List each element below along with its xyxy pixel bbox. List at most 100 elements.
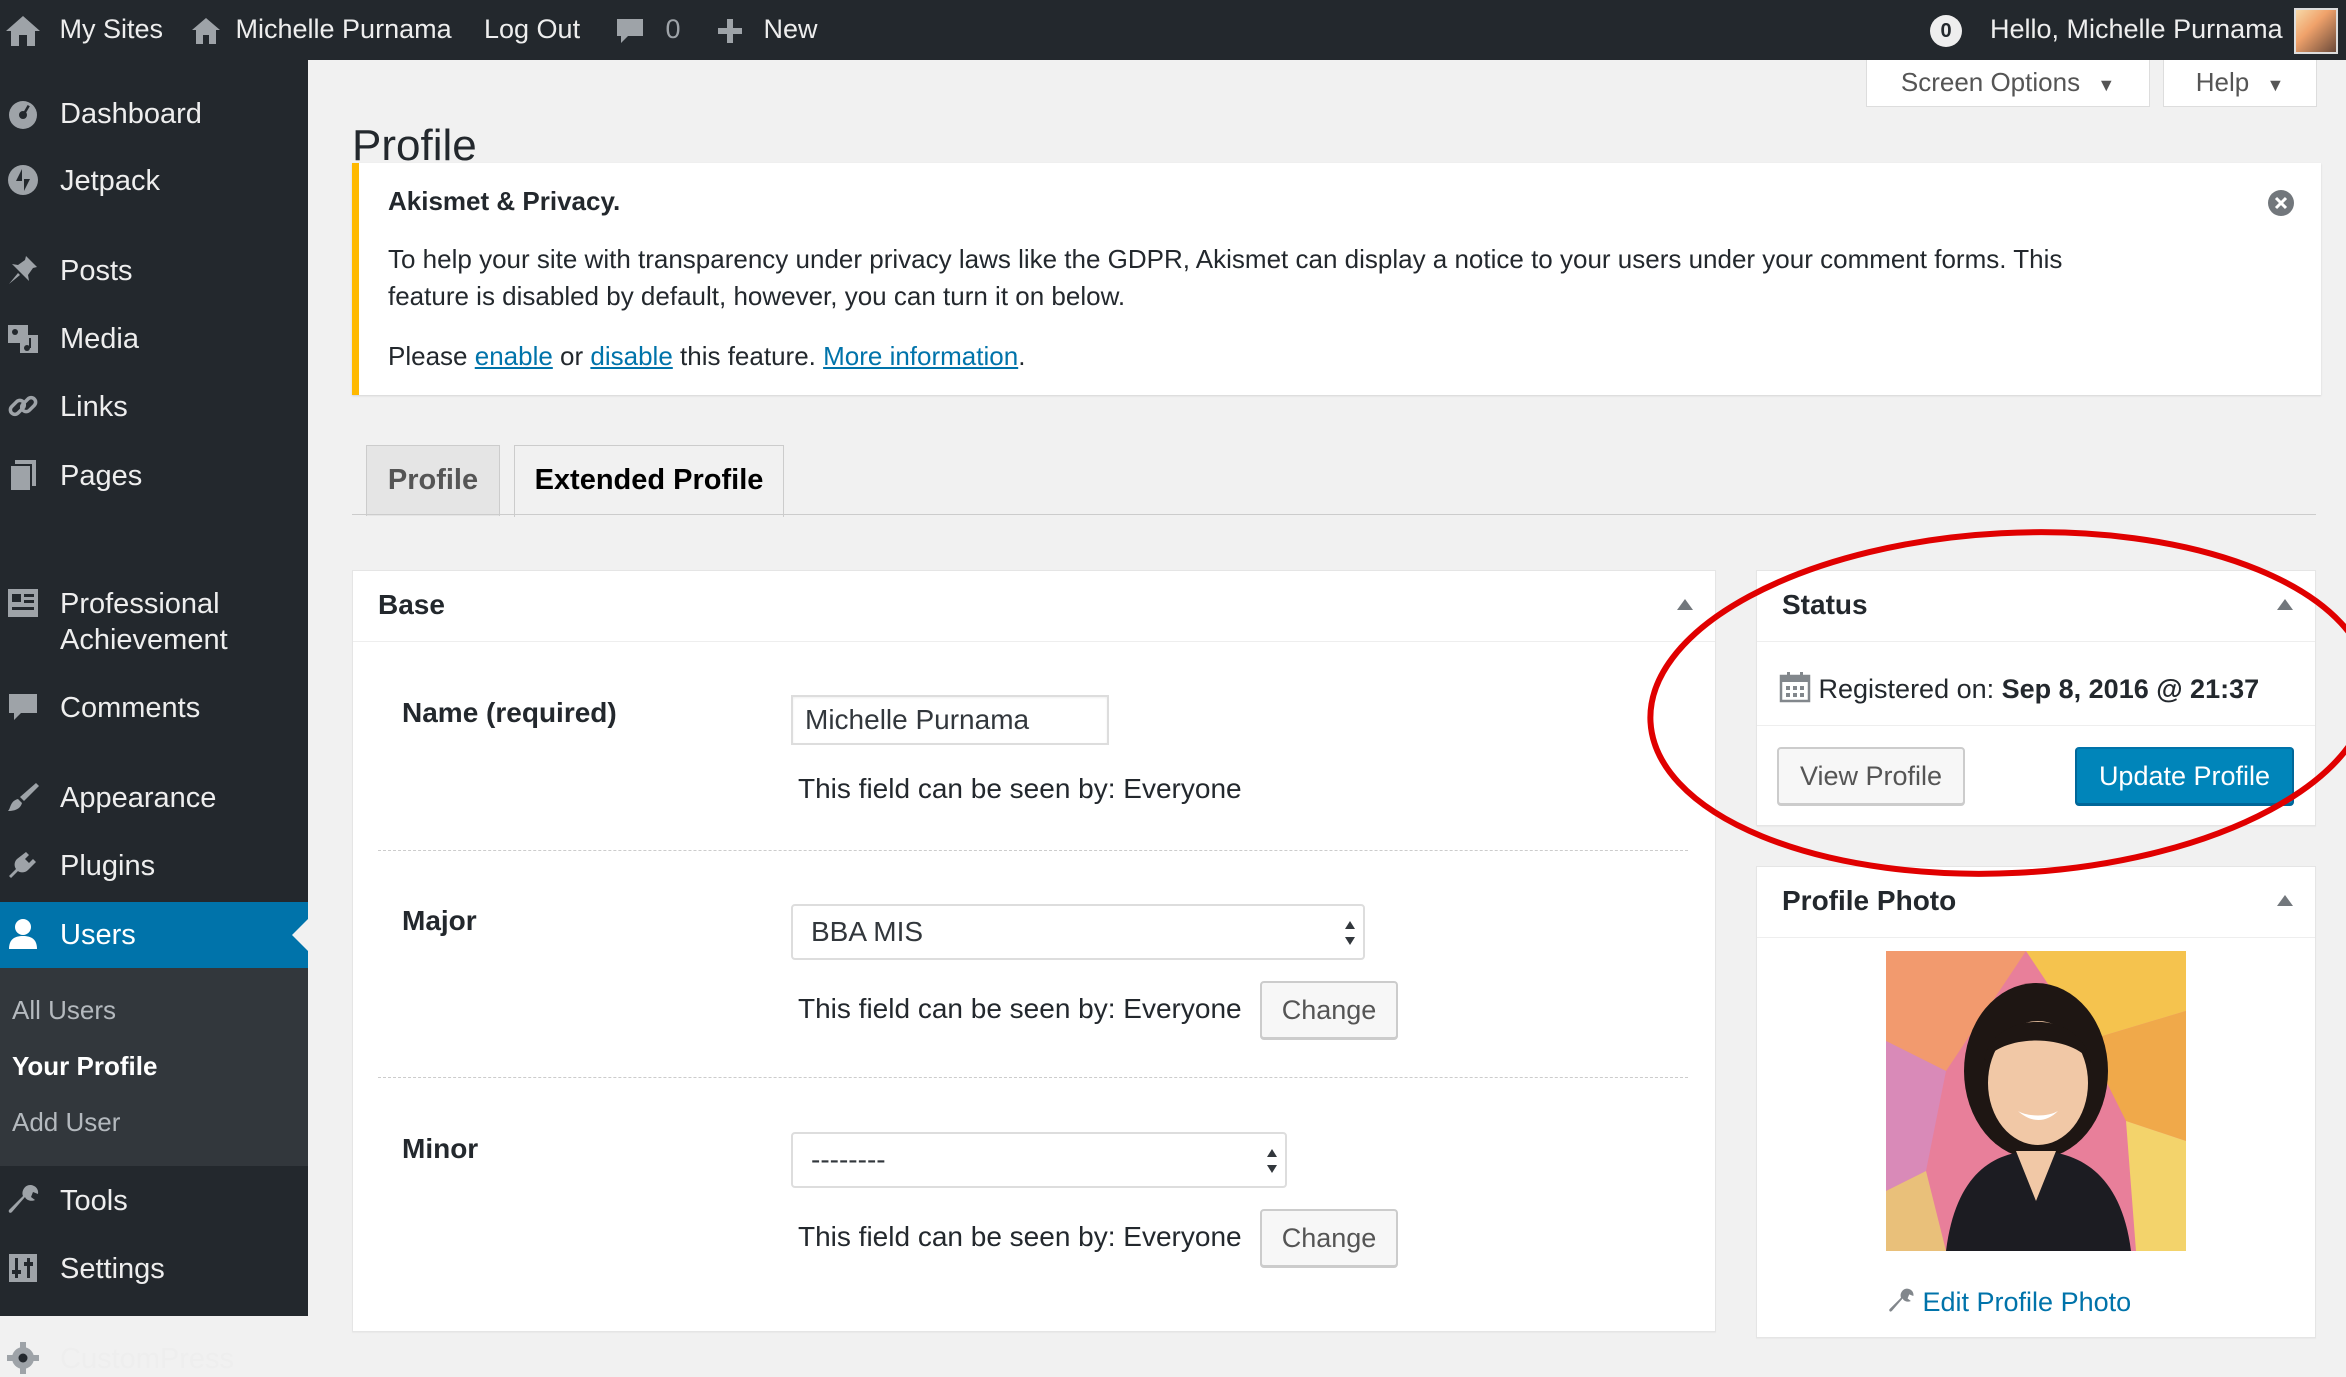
- dismiss-icon[interactable]: [2267, 189, 2295, 217]
- sidebar-item-label: Plugins: [60, 850, 156, 882]
- collapse-toggle-icon[interactable]: [1677, 599, 1693, 610]
- brush-icon: [8, 783, 39, 811]
- comments-count: 0: [665, 14, 681, 44]
- edit-profile-photo-link[interactable]: Edit Profile Photo: [1887, 1287, 2131, 1318]
- minor-select[interactable]: --------: [791, 1132, 1287, 1188]
- registered-date: Sep 8, 2016 @ 21:37: [2001, 674, 2260, 704]
- base-postbox-header: Base: [353, 571, 1715, 642]
- sidebar-item-label-line2: Achievement: [60, 624, 228, 656]
- notice-line2: feature is disabled by default, however,…: [388, 281, 1126, 311]
- gear-icon: [7, 1342, 39, 1374]
- notice-period: .: [1018, 341, 1026, 371]
- field-separator: [378, 850, 1688, 851]
- notice-please: Please: [388, 341, 475, 371]
- view-profile-button[interactable]: View Profile: [1777, 747, 1965, 805]
- site-name-label: Michelle Purnama: [235, 14, 452, 44]
- my-sites-link[interactable]: My Sites: [4, 0, 163, 60]
- comments-link[interactable]: 0: [614, 0, 681, 60]
- name-input[interactable]: Michelle Purnama: [791, 695, 1109, 745]
- notice-this-feature: this feature.: [672, 341, 824, 371]
- major-label: Major: [402, 905, 477, 936]
- sidebar-item-label: Professional: [60, 588, 220, 620]
- disable-link[interactable]: disable: [590, 341, 672, 371]
- more-information-link[interactable]: More information: [823, 341, 1018, 371]
- help-label: Help: [2195, 67, 2250, 97]
- new-label: New: [763, 14, 818, 44]
- help-button[interactable]: Help ▼: [2163, 60, 2317, 107]
- registered-info: Registered on: Sep 8, 2016 @ 21:37: [1779, 671, 2259, 705]
- screen-options-button[interactable]: Screen Options ▼: [1866, 60, 2150, 107]
- sidebar-item-label: Comments: [60, 692, 201, 724]
- user-icon: [9, 919, 37, 949]
- minor-selected-value: --------: [811, 1144, 886, 1175]
- tab-profile[interactable]: Profile: [366, 445, 500, 516]
- sidebar-item-label: Jetpack: [60, 165, 160, 197]
- logout-label: Log Out: [484, 14, 581, 44]
- wrench-icon: [8, 1185, 39, 1213]
- avatar[interactable]: [2294, 8, 2338, 54]
- notice-or: or: [552, 341, 591, 371]
- site-name-link[interactable]: Michelle Purnama: [190, 0, 452, 60]
- sidebar-item-label: Links: [60, 391, 128, 423]
- profile-photo-title: Profile Photo: [1782, 885, 1957, 916]
- minor-change-button[interactable]: Change: [1260, 1209, 1398, 1267]
- active-menu-arrow: [292, 919, 308, 951]
- media-icon: [8, 325, 38, 353]
- status-title: Status: [1782, 589, 1868, 620]
- sidebar-item-label: Media: [60, 323, 139, 355]
- logout-link[interactable]: Log Out: [484, 0, 580, 60]
- sidebar-item-label: Pages: [60, 460, 143, 492]
- select-arrows-icon: [1267, 1149, 1277, 1173]
- submenu-add-user[interactable]: Add User: [12, 1107, 120, 1138]
- notice-title: Akismet & Privacy.: [388, 186, 621, 216]
- sidebar-item-label: Posts: [60, 255, 133, 287]
- minor-label: Minor: [402, 1133, 479, 1164]
- major-change-button[interactable]: Change: [1260, 981, 1398, 1039]
- my-sites-icon: [6, 15, 40, 46]
- enable-link[interactable]: enable: [475, 341, 553, 371]
- name-label: Name (required): [402, 697, 617, 728]
- select-arrows-icon: [1345, 921, 1355, 945]
- major-select[interactable]: BBA MIS: [791, 904, 1365, 960]
- major-visibility-text: This field can be seen by: Everyone: [798, 993, 1242, 1024]
- profile-photo-header: Profile Photo: [1757, 867, 2315, 938]
- comment-icon: [617, 18, 643, 43]
- collapse-toggle-icon[interactable]: [2277, 895, 2293, 906]
- tabs-divider: [352, 514, 2316, 515]
- link-icon: [8, 395, 38, 417]
- tab-extended-profile[interactable]: Extended Profile: [514, 445, 784, 517]
- my-sites-label: My Sites: [59, 14, 164, 44]
- base-title: Base: [378, 589, 445, 620]
- pages-icon: [9, 460, 36, 492]
- admin-sidebar: Dashboard Jetpack Posts Media Links Page…: [0, 60, 308, 1375]
- notifications-count: 0: [1930, 14, 1962, 47]
- comment-icon: [9, 694, 37, 720]
- akismet-notice: Akismet & Privacy. To help your site wit…: [352, 163, 2321, 395]
- edit-profile-photo-label: Edit Profile Photo: [1922, 1287, 2132, 1317]
- portfolio-icon: [8, 589, 38, 617]
- notifications-link[interactable]: 0: [1930, 0, 1962, 60]
- profile-photo-postbox: Profile Photo Edit Profile Photo: [1756, 866, 2316, 1338]
- plugin-icon: [9, 852, 36, 878]
- home-icon: [192, 17, 220, 44]
- caret-down-icon: ▼: [2097, 75, 2116, 95]
- caret-down-icon: ▼: [2266, 75, 2285, 95]
- update-profile-button[interactable]: Update Profile: [2075, 747, 2294, 805]
- submenu-your-profile[interactable]: Your Profile: [12, 1051, 157, 1082]
- status-divider: [1757, 725, 2315, 726]
- wrench-icon: [1889, 1288, 1914, 1312]
- status-postbox-header: Status: [1757, 571, 2315, 642]
- account-menu[interactable]: Hello, Michelle Purnama: [1990, 0, 2283, 60]
- profile-photo-image: [1886, 951, 2186, 1251]
- submenu-all-users[interactable]: All Users: [12, 995, 116, 1026]
- users-active-bg: [0, 902, 308, 968]
- pin-icon: [9, 256, 37, 284]
- major-selected-value: BBA MIS: [811, 916, 924, 947]
- sidebar-item-label: Appearance: [60, 782, 217, 814]
- sidebar-item-label: Tools: [60, 1185, 128, 1217]
- minor-visibility-text: This field can be seen by: Everyone: [798, 1221, 1242, 1252]
- new-content-link[interactable]: New: [716, 0, 818, 60]
- registered-label: Registered on:: [1818, 674, 2002, 704]
- field-separator: [378, 1077, 1688, 1078]
- collapse-toggle-icon[interactable]: [2277, 599, 2293, 610]
